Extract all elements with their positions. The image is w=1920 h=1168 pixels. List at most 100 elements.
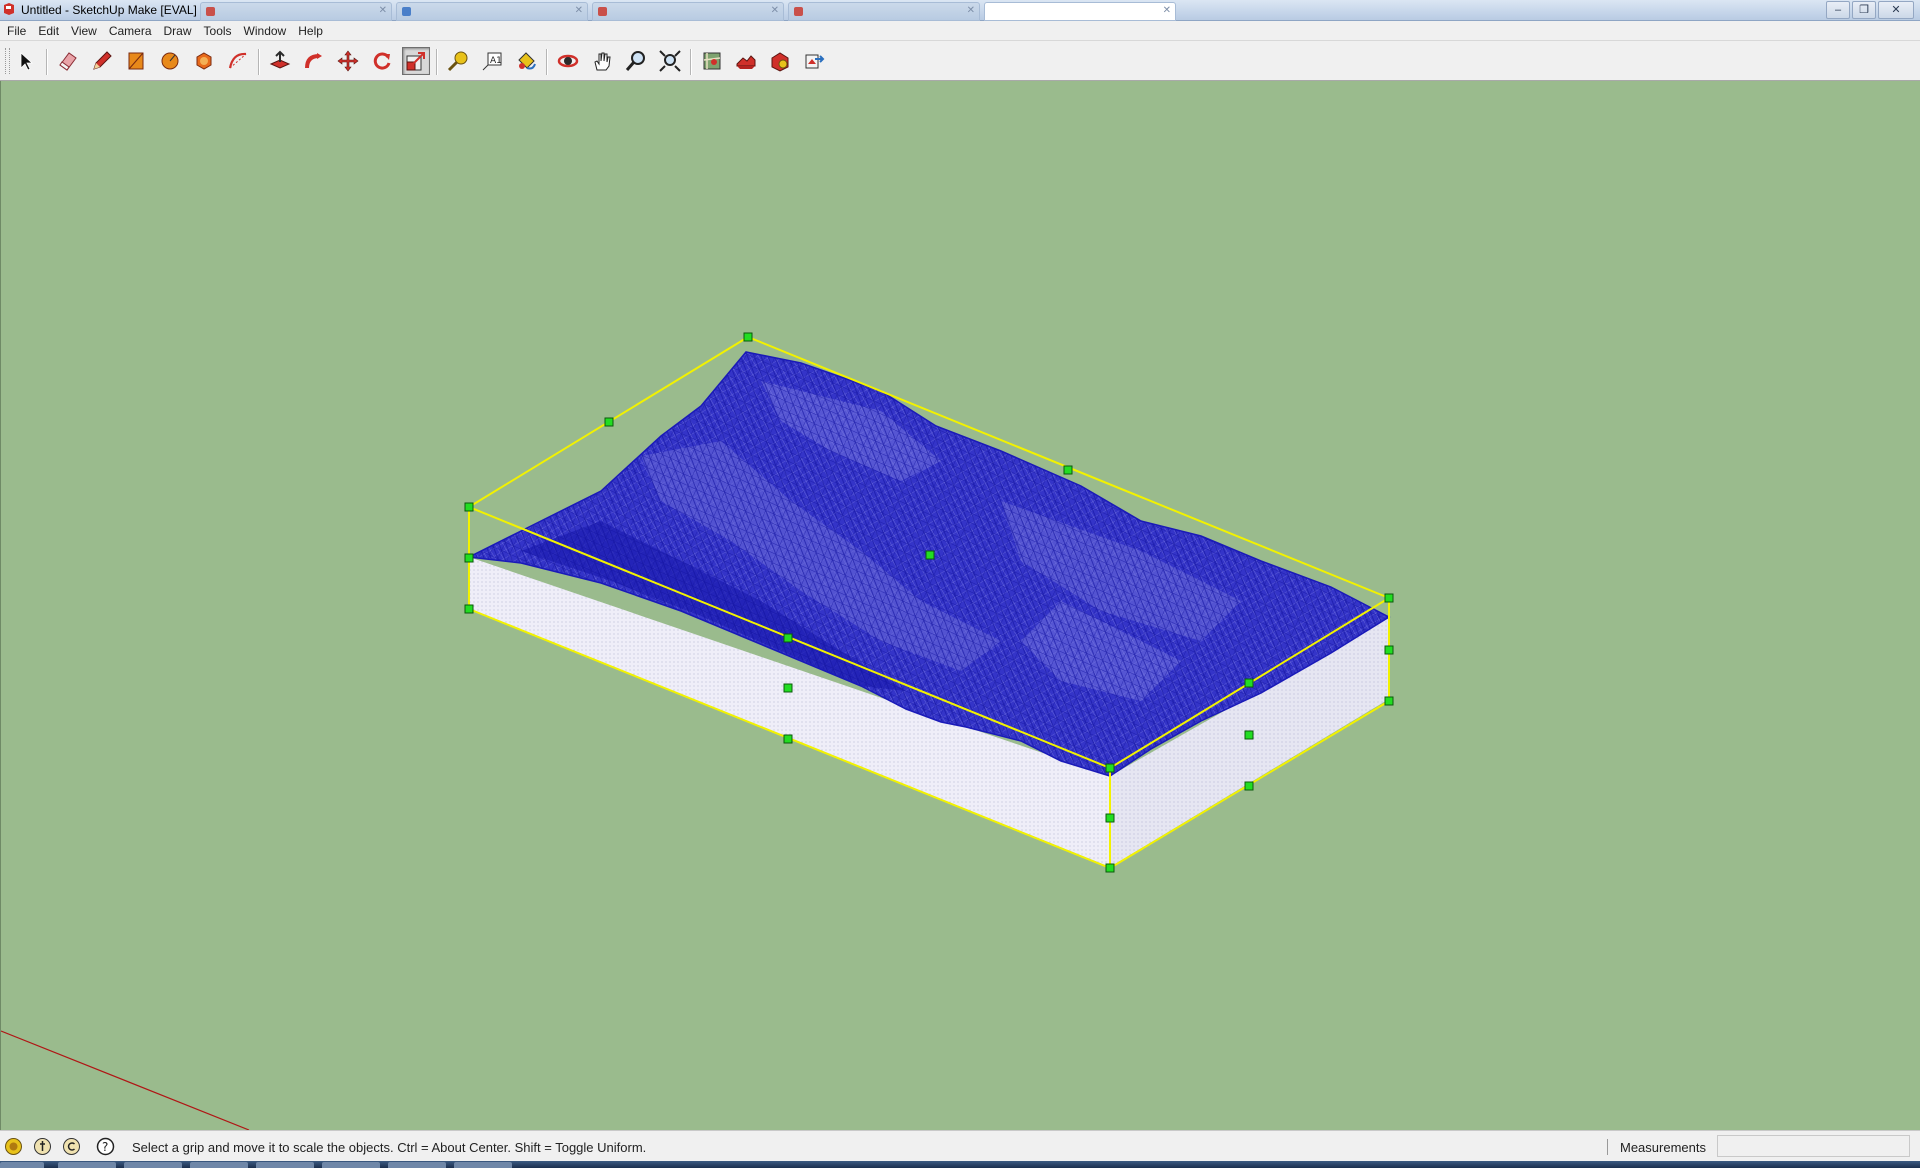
tape-measure-tool[interactable] <box>444 47 472 75</box>
orbit-tool[interactable] <box>554 47 582 75</box>
menu-file[interactable]: File <box>0 24 31 38</box>
toolbar-separator <box>690 49 692 75</box>
rotate-icon <box>373 52 391 70</box>
zoom-extents-tool[interactable] <box>656 47 684 75</box>
zoom-tool[interactable] <box>622 47 650 75</box>
text-tool[interactable]: A1 <box>478 47 506 75</box>
svg-text:?: ? <box>102 1140 108 1154</box>
measurements-label: Measurements <box>1620 1140 1706 1155</box>
close-icon[interactable]: ✕ <box>1878 1 1914 19</box>
map-location-icon <box>703 52 721 70</box>
scale-grip[interactable] <box>1105 763 1115 773</box>
favicon-icon <box>598 7 607 16</box>
add-location-tool[interactable] <box>698 47 726 75</box>
push-pull-icon <box>269 50 291 69</box>
title-bar: Untitled - SketchUp Make [EVAL] ✕ ✕ ✕ ✕ … <box>0 0 1920 21</box>
close-icon: ✕ <box>770 5 779 16</box>
scale-grip[interactable] <box>925 550 935 560</box>
toolbar-separator <box>46 49 48 75</box>
scale-grip[interactable] <box>1105 813 1115 823</box>
scale-icon <box>406 52 425 71</box>
menu-help[interactable]: Help <box>291 24 328 38</box>
status-bar: ? Select a grip and move it to scale the… <box>0 1130 1920 1161</box>
line-tool[interactable] <box>88 47 116 75</box>
toolbar-separator <box>258 49 260 75</box>
scale-grip[interactable] <box>464 604 474 614</box>
arc-icon <box>228 52 247 69</box>
follow-me-tool[interactable] <box>300 47 328 75</box>
favicon-icon <box>794 7 803 16</box>
taskbar-button[interactable] <box>388 1162 446 1168</box>
menu-edit[interactable]: Edit <box>31 24 64 38</box>
circle-icon <box>161 52 179 70</box>
window-title: Untitled - SketchUp Make [EVAL] <box>21 3 197 17</box>
menu-window[interactable]: Window <box>237 24 292 38</box>
follow-me-icon <box>305 53 322 69</box>
status-message: Select a grip and move it to scale the o… <box>132 1140 647 1155</box>
share-model-tool[interactable] <box>800 47 828 75</box>
scale-grip[interactable] <box>464 502 474 512</box>
scale-grip[interactable] <box>1063 465 1073 475</box>
pan-tool[interactable] <box>588 47 616 75</box>
minimize-icon[interactable]: – <box>1826 1 1850 19</box>
scale-grip[interactable] <box>1244 678 1254 688</box>
scale-grip[interactable] <box>1105 863 1115 873</box>
paint-bucket-icon <box>518 52 536 70</box>
push-pull-tool[interactable] <box>266 47 294 75</box>
sketchup-logo-icon <box>4 3 14 15</box>
menu-camera[interactable]: Camera <box>102 24 157 38</box>
start-button[interactable] <box>0 1162 44 1168</box>
select-tool[interactable] <box>12 47 40 75</box>
scale-grip[interactable] <box>783 683 793 693</box>
window-controls: – ❐ ✕ <box>1826 0 1914 20</box>
toolbar-grip[interactable] <box>5 48 10 74</box>
favicon-icon <box>206 7 215 16</box>
rectangle-icon <box>128 52 144 70</box>
scale-grip[interactable] <box>743 332 753 342</box>
restore-icon[interactable]: ❐ <box>1852 1 1876 19</box>
scale-grip[interactable] <box>783 633 793 643</box>
menu-draw[interactable]: Draw <box>157 24 197 38</box>
geo-location-icon[interactable] <box>4 1137 23 1156</box>
scale-tool[interactable] <box>402 47 430 75</box>
taskbar-button[interactable] <box>124 1162 182 1168</box>
menu-bar: File Edit View Camera Draw Tools Window … <box>0 21 1920 41</box>
taskbar-button[interactable] <box>322 1162 380 1168</box>
taskbar-button[interactable] <box>256 1162 314 1168</box>
toggle-terrain-tool[interactable] <box>732 47 760 75</box>
scale-grip[interactable] <box>1244 781 1254 791</box>
warehouse-icon <box>771 52 789 72</box>
paint-bucket-tool[interactable] <box>512 47 540 75</box>
toolbar-separator <box>546 49 548 75</box>
modeling-viewport[interactable] <box>0 81 1920 1130</box>
eraser-tool[interactable] <box>54 47 82 75</box>
background-tab: ✕ <box>396 2 588 21</box>
arc-tool[interactable] <box>224 47 252 75</box>
close-icon: ✕ <box>378 5 387 16</box>
help-icon[interactable]: ? <box>96 1137 115 1156</box>
3d-warehouse-tool[interactable] <box>766 47 794 75</box>
red-axis-line <box>1 1030 250 1130</box>
rectangle-tool[interactable] <box>122 47 150 75</box>
rotate-tool[interactable] <box>368 47 396 75</box>
scale-grip[interactable] <box>464 553 474 563</box>
polygon-tool[interactable] <box>190 47 218 75</box>
scale-grip[interactable] <box>1384 593 1394 603</box>
copyright-icon[interactable] <box>62 1137 81 1156</box>
credits-icon[interactable] <box>33 1137 52 1156</box>
measurements-input[interactable] <box>1717 1135 1910 1157</box>
scale-grip[interactable] <box>1384 645 1394 655</box>
scale-grip[interactable] <box>1384 696 1394 706</box>
taskbar-button[interactable] <box>58 1162 116 1168</box>
move-tool[interactable] <box>334 47 362 75</box>
scale-grip[interactable] <box>783 734 793 744</box>
taskbar-button[interactable] <box>454 1162 512 1168</box>
scale-grip[interactable] <box>1244 730 1254 740</box>
circle-tool[interactable] <box>156 47 184 75</box>
hand-icon <box>594 52 611 71</box>
taskbar-button[interactable] <box>190 1162 248 1168</box>
menu-tools[interactable]: Tools <box>197 24 237 38</box>
magnifier-icon <box>625 51 645 71</box>
scale-grip[interactable] <box>604 417 614 427</box>
menu-view[interactable]: View <box>64 24 102 38</box>
